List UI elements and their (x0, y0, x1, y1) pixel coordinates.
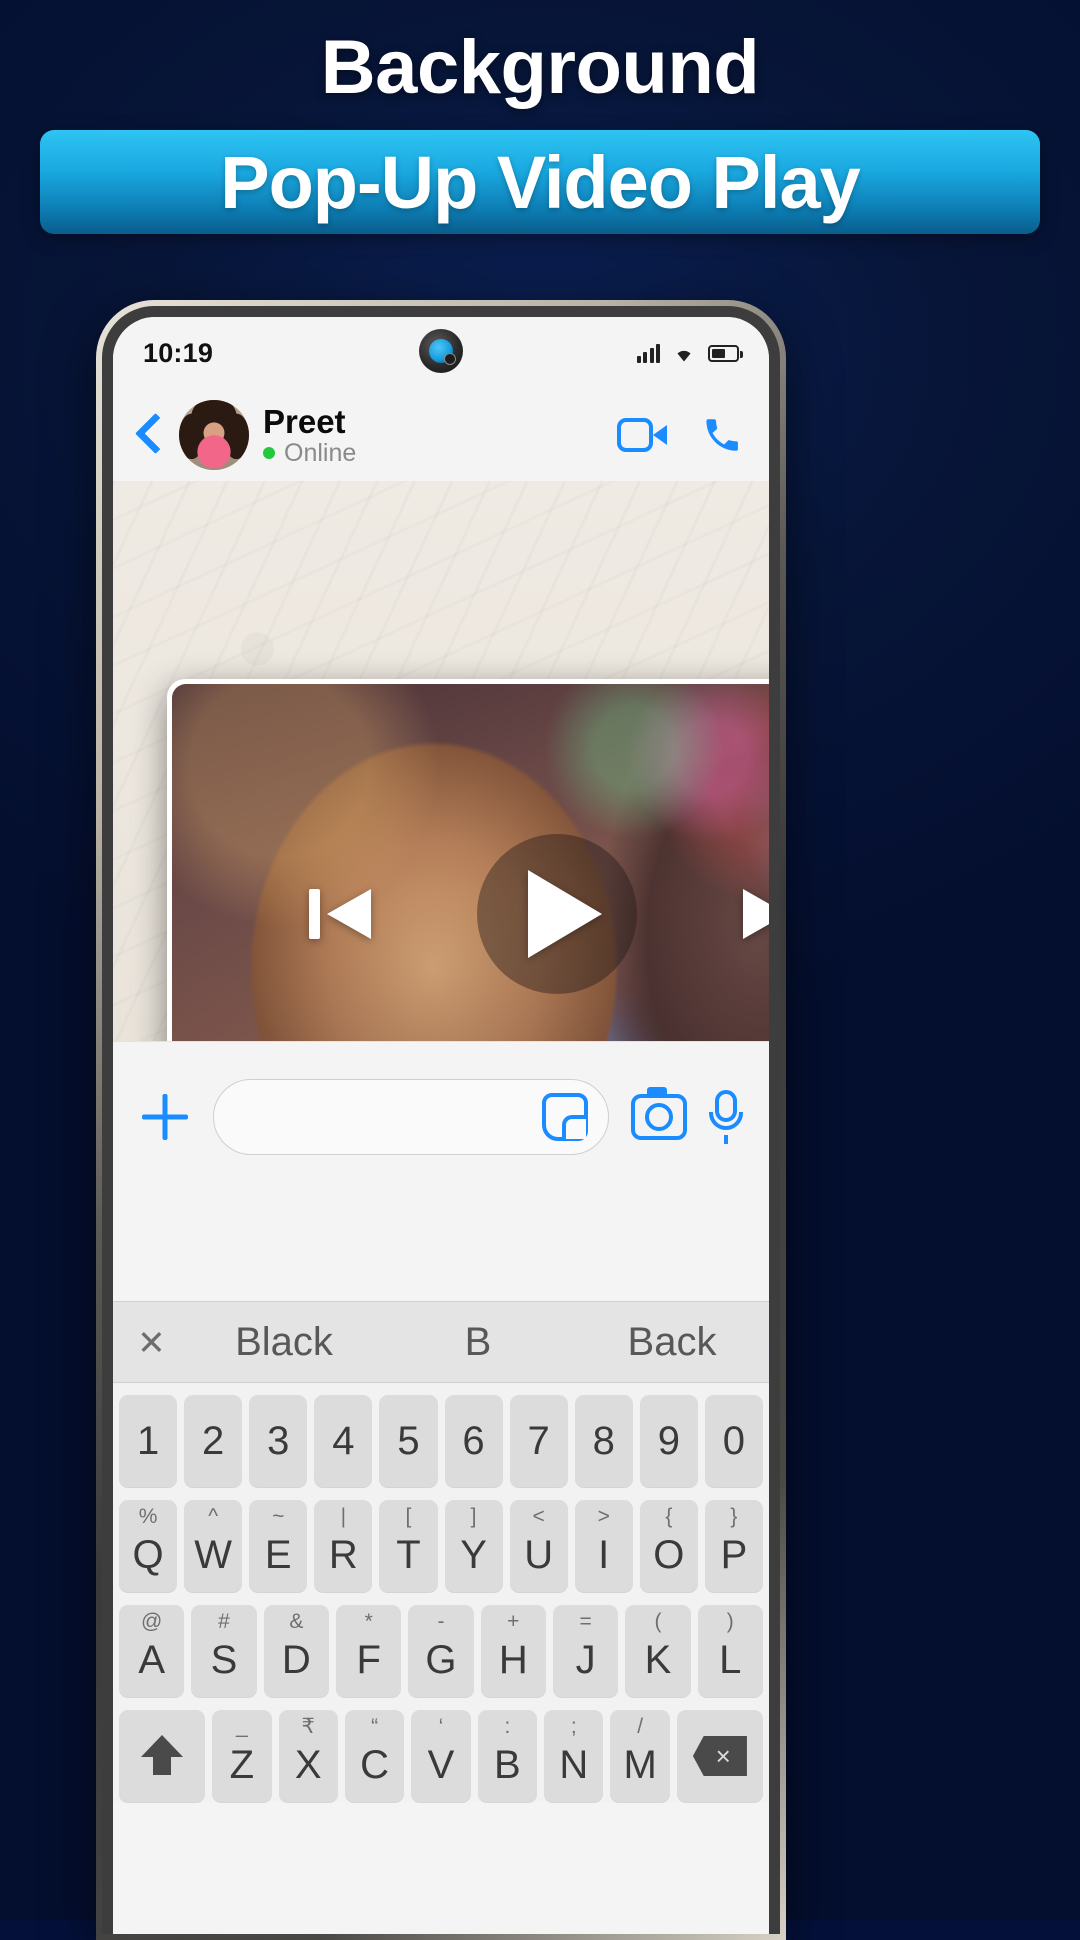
key-9[interactable]: 9 (639, 1395, 698, 1487)
floating-video-player[interactable] (167, 679, 769, 1041)
key-f[interactable]: * F (336, 1605, 402, 1697)
next-track-icon[interactable] (733, 879, 769, 949)
play-icon[interactable] (477, 834, 637, 994)
on-screen-keyboard: 1 2 3 4 5 6 7 8 9 0 % Q ^ W ~ E | R [T ] Y < U… (113, 1383, 769, 1802)
status-bar: 10:19 (113, 317, 769, 389)
plus-icon[interactable] (139, 1091, 191, 1143)
promo-headline-line1: Background (320, 25, 760, 110)
back-chevron-icon[interactable] (131, 410, 165, 460)
suggestion-1[interactable]: B (381, 1320, 575, 1365)
shift-key-icon[interactable] (119, 1710, 206, 1802)
key-1[interactable]: 1 (119, 1395, 178, 1487)
key-6[interactable]: 6 (444, 1395, 503, 1487)
keyboard-row-zxcv: _ Z ₹ X “C ‘V :B ; N / M (119, 1710, 763, 1802)
collapse-keyboard-icon[interactable]: ✕ (130, 1305, 170, 1379)
keyboard-row-asdf: @ A # S & D * F -G + H = J (K ) L (119, 1605, 763, 1697)
key-w[interactable]: ^ W (184, 1500, 243, 1592)
avatar[interactable] (179, 400, 249, 470)
player-controls (172, 834, 769, 994)
key-p[interactable]: } P (704, 1500, 763, 1592)
key-v[interactable]: ‘V (411, 1710, 471, 1802)
phone-mockup: 10:19 Preet Online ✕ Black B Back 1 2 3 … (96, 300, 786, 1940)
sticker-icon[interactable] (542, 1092, 588, 1141)
backspace-key-icon[interactable] (676, 1710, 763, 1802)
chat-message-area (113, 481, 769, 1041)
promo-headline-line2: Pop-Up Video Play (220, 140, 861, 224)
keyboard-row-numbers: 1 2 3 4 5 6 7 8 9 0 (119, 1395, 763, 1487)
input-bar-spacer (113, 1191, 769, 1301)
key-r[interactable]: | R (314, 1500, 373, 1592)
promo-headline-band: Pop-Up Video Play (40, 130, 1040, 234)
key-y[interactable]: ] Y (444, 1500, 503, 1592)
previous-track-icon[interactable] (307, 879, 381, 949)
key-e[interactable]: ~ E (249, 1500, 308, 1592)
microphone-icon[interactable] (709, 1089, 743, 1144)
key-o[interactable]: {O (639, 1500, 698, 1592)
camera-lens-icon (429, 339, 456, 365)
video-frame (172, 684, 769, 1041)
key-m[interactable]: / M (610, 1710, 670, 1802)
contact-info[interactable]: Preet Online (263, 405, 356, 466)
key-d[interactable]: & D (263, 1605, 329, 1697)
key-u[interactable]: < U (509, 1500, 568, 1592)
key-k[interactable]: (K (625, 1605, 691, 1697)
key-7[interactable]: 7 (509, 1395, 568, 1487)
battery-icon (708, 344, 743, 362)
phone-screen: 10:19 Preet Online ✕ Black B Back 1 2 3 … (113, 317, 769, 1934)
contact-status-label: Online (284, 438, 357, 467)
message-input-bar (113, 1041, 769, 1191)
key-s[interactable]: # S (191, 1605, 257, 1697)
suggestion-0[interactable]: Black (187, 1320, 381, 1365)
camera-icon[interactable] (631, 1086, 687, 1140)
header-actions (617, 414, 743, 456)
phone-icon[interactable] (701, 414, 743, 456)
key-a[interactable]: @ A (119, 1605, 185, 1697)
key-j[interactable]: = J (552, 1605, 619, 1697)
key-h[interactable]: + H (480, 1605, 546, 1697)
key-l[interactable]: ) L (697, 1605, 763, 1697)
keyboard-suggestion-bar: ✕ Black B Back (113, 1301, 769, 1383)
key-b[interactable]: :B (477, 1710, 538, 1802)
online-dot-icon (263, 447, 275, 459)
front-camera-punch-hole (419, 329, 463, 373)
keyboard-row-qwerty: % Q ^ W ~ E | R [T ] Y < U > I {O } P (119, 1500, 763, 1592)
key-g[interactable]: -G (408, 1605, 474, 1697)
status-icons (636, 343, 743, 363)
message-input[interactable] (213, 1078, 609, 1155)
signal-bars-icon (636, 343, 660, 363)
contact-status: Online (263, 438, 357, 467)
status-time: 10:19 (143, 337, 214, 368)
wifi-icon (677, 350, 691, 362)
key-2[interactable]: 2 (184, 1395, 243, 1487)
key-z[interactable]: _ Z (212, 1710, 272, 1802)
key-4[interactable]: 4 (314, 1395, 373, 1487)
chat-header: Preet Online (113, 389, 769, 481)
video-camera-icon[interactable] (617, 418, 667, 452)
key-3[interactable]: 3 (249, 1395, 308, 1487)
key-x[interactable]: ₹ X (278, 1710, 338, 1802)
key-t[interactable]: [T (379, 1500, 438, 1592)
key-8[interactable]: 8 (574, 1395, 633, 1487)
phone-bezel: 10:19 Preet Online ✕ Black B Back 1 2 3 … (102, 306, 780, 1934)
key-n[interactable]: ; N (544, 1710, 604, 1802)
key-0[interactable]: 0 (704, 1395, 763, 1487)
key-c[interactable]: “C (344, 1710, 405, 1802)
key-5[interactable]: 5 (379, 1395, 438, 1487)
key-q[interactable]: % Q (119, 1500, 178, 1592)
key-i[interactable]: > I (574, 1500, 633, 1592)
suggestion-2[interactable]: Back (575, 1320, 769, 1365)
contact-name: Preet (263, 402, 346, 440)
